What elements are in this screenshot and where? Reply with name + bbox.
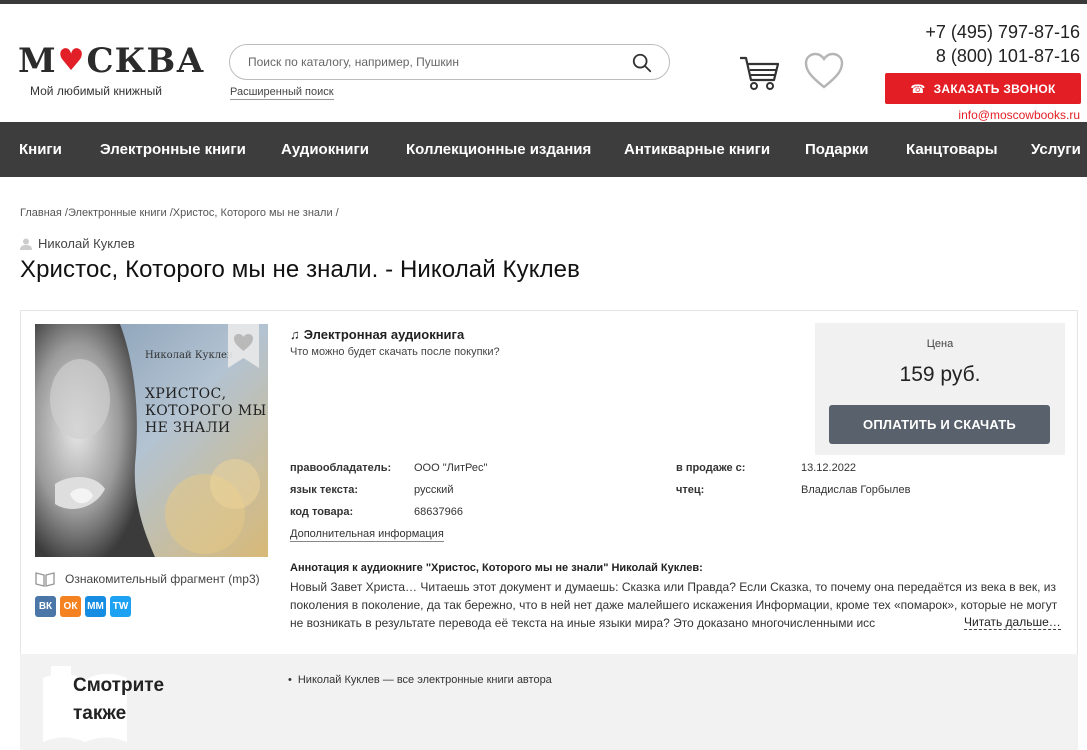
reader-value[interactable]: Владислав Горбылев xyxy=(801,484,910,496)
vk-share-icon[interactable]: ВК xyxy=(35,596,56,617)
cover-title-line-1: ХРИСТОС, xyxy=(145,386,227,402)
book-open-icon xyxy=(35,572,55,587)
cart-icon[interactable] xyxy=(738,52,780,92)
phone-1[interactable]: +7 (495) 797-87-16 xyxy=(925,20,1080,44)
cover-title-line-3: НЕ ЗНАЛИ xyxy=(145,420,231,436)
rights-value[interactable]: ООО "ЛитРес" xyxy=(414,462,487,474)
ok-share-icon[interactable]: ОК xyxy=(60,596,81,617)
audio-fragment-link[interactable]: Ознакомительный фрагмент (mp3) xyxy=(35,571,260,587)
nav-item-services[interactable]: Услуги xyxy=(1031,141,1081,158)
rights-label: правообладатель: xyxy=(290,462,392,474)
cover-author: Николай Куклев xyxy=(145,350,233,361)
logo-tagline: Мой любимый книжный xyxy=(30,84,162,98)
breadcrumb[interactable]: Главная /Электронные книги /Христос, Кот… xyxy=(20,207,339,219)
search-input[interactable] xyxy=(248,53,618,71)
annotation-fade xyxy=(890,614,960,632)
call-button-label: ЗАКАЗАТЬ ЗВОНОК xyxy=(933,81,1056,96)
logo[interactable]: М ♥ СКВА Мой любимый книжный xyxy=(18,41,204,99)
on-sale-value: 13.12.2022 xyxy=(801,462,857,474)
read-more-link[interactable]: Читать дальше… xyxy=(964,615,1061,630)
on-sale-label: в продаже с: xyxy=(676,462,746,474)
nav-item-antique[interactable]: Антикварные книги xyxy=(624,141,770,158)
mymail-share-icon[interactable]: ММ xyxy=(85,596,106,617)
reader-label: чтец: xyxy=(676,484,705,496)
nav-item-books[interactable]: Книги xyxy=(19,141,62,158)
phone-2[interactable]: 8 (800) 101-87-16 xyxy=(925,44,1080,68)
search-icon[interactable] xyxy=(631,52,653,74)
main-nav: Книги Электронные книги Аудиокниги Колле… xyxy=(0,122,1087,177)
add-to-favorites-icon[interactable] xyxy=(228,324,259,368)
search-box xyxy=(229,44,670,80)
cover-title-line-2: КОТОРОГО МЫ xyxy=(145,403,267,419)
author-name: Николай Куклев xyxy=(38,236,135,251)
author-line[interactable]: Николай Куклев xyxy=(20,236,135,251)
nav-item-audiobooks[interactable]: Аудиокниги xyxy=(281,141,369,158)
twitter-share-icon[interactable]: TW xyxy=(110,596,131,617)
page-title: Христос, Которого мы не знали. - Николай… xyxy=(20,256,580,283)
price-value: 159 руб. xyxy=(899,363,981,386)
see-also-list: Николай Куклев — все электронные книги а… xyxy=(288,674,552,686)
annotation-title: Аннотация к аудиокниге "Христос, Которог… xyxy=(290,562,703,574)
language-label: язык текста: xyxy=(290,484,358,496)
phone-icon: ☎ xyxy=(910,81,926,96)
price-label: Цена xyxy=(926,338,954,350)
nav-item-stationery[interactable]: Канцтовары xyxy=(906,141,998,158)
see-also-item[interactable]: Николай Куклев — все электронные книги а… xyxy=(288,674,552,686)
language-value: русский xyxy=(414,484,454,496)
fragment-label: Ознакомительный фрагмент (mp3) xyxy=(65,572,260,586)
download-info-link[interactable]: Что можно будет скачать после покупки? xyxy=(290,346,500,358)
product-code-label: код товара: xyxy=(290,506,354,518)
product-type-label: Электронная аудиокнига xyxy=(303,327,465,342)
social-share: ВК ОК ММ TW xyxy=(35,596,131,617)
music-note-icon: ♫ xyxy=(290,327,300,342)
advanced-search-link[interactable]: Расширенный поиск xyxy=(230,86,334,100)
heart-icon[interactable] xyxy=(804,52,844,90)
product-code-value: 68637966 xyxy=(414,506,463,518)
more-info-link[interactable]: Дополнительная информация xyxy=(290,528,444,542)
product-type: ♫ Электронная аудиокнига xyxy=(290,327,464,342)
logo-text-left: М xyxy=(18,41,57,81)
person-icon xyxy=(20,238,32,250)
phones: +7 (495) 797-87-16 8 (800) 101-87-16 xyxy=(925,20,1080,68)
site-header: М ♥ СКВА Мой любимый книжный Расширенный… xyxy=(0,4,1087,122)
cover-title: ХРИСТОС, КОТОРОГО МЫ НЕ ЗНАЛИ xyxy=(145,386,267,437)
pay-and-download-button[interactable]: ОПЛАТИТЬ И СКАЧАТЬ xyxy=(829,405,1050,444)
nav-item-ebooks[interactable]: Электронные книги xyxy=(100,141,246,158)
logo-heart-icon: ♥ xyxy=(57,43,86,78)
price-box: Цена 159 руб. ОПЛАТИТЬ И СКАЧАТЬ xyxy=(815,323,1065,455)
logo-text-right: СКВА xyxy=(86,41,205,81)
nav-item-collectible[interactable]: Коллекционные издания xyxy=(406,141,591,158)
call-order-button[interactable]: ☎ ЗАКАЗАТЬ ЗВОНОК xyxy=(885,73,1081,104)
email-link[interactable]: info@moscowbooks.ru xyxy=(958,108,1080,122)
nav-item-gifts[interactable]: Подарки xyxy=(805,141,869,158)
see-also-title: Смотрите также xyxy=(73,675,165,724)
